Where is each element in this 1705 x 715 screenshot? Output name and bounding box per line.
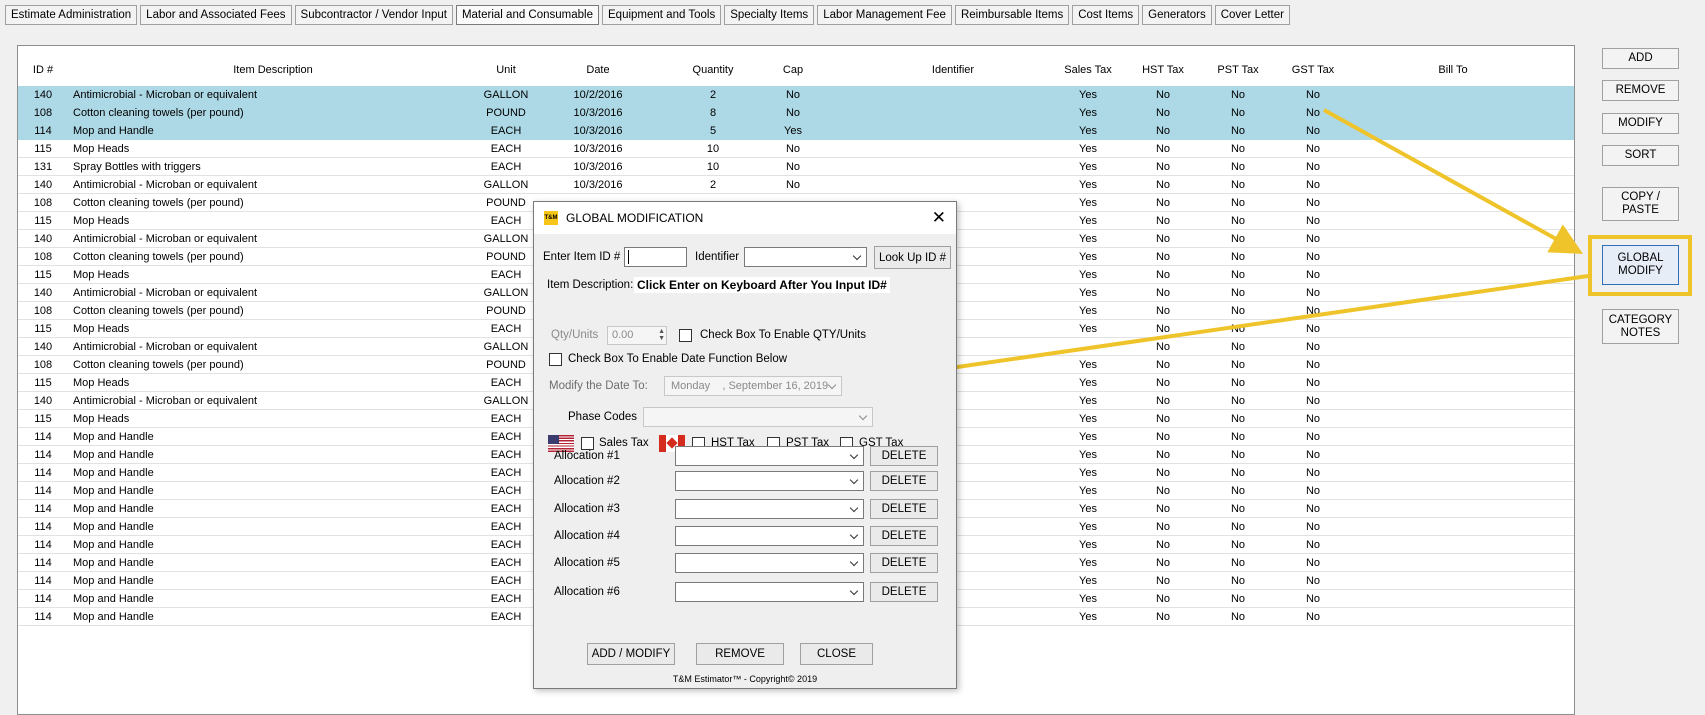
modify-date-picker[interactable]: Monday , September 16, 2019 <box>664 376 842 396</box>
allocation-select[interactable] <box>675 582 864 602</box>
allocation-label: Allocation #5 <box>554 557 620 569</box>
identifier-select[interactable] <box>744 247 867 267</box>
lookup-id-button[interactable]: Look Up ID # <box>874 246 951 269</box>
allocation-label: Allocation #6 <box>554 586 620 598</box>
allocation-label: Allocation #1 <box>554 450 620 462</box>
allocation-delete-button[interactable]: DELETE <box>870 582 938 602</box>
dialog-titlebar: T&M GLOBAL MODIFICATION ✕ <box>534 202 956 234</box>
sales-tax-label: Sales Tax <box>599 437 649 449</box>
allocation-select[interactable] <box>675 499 864 519</box>
global-modification-dialog: T&M GLOBAL MODIFICATION ✕ Enter Item ID … <box>533 201 957 689</box>
arrow-to-dialog <box>894 274 1589 388</box>
allocation-select[interactable] <box>675 446 864 466</box>
arrow-to-global-modify <box>1323 108 1583 254</box>
item-id-label: Enter Item ID # <box>543 251 621 263</box>
stepper-arrows-icon[interactable]: ▲ ▼ <box>658 328 665 342</box>
allocation-select[interactable] <box>675 526 864 546</box>
allocation-delete-button[interactable]: DELETE <box>870 526 938 546</box>
qty-units-value: 0.00 <box>612 329 634 341</box>
allocation-delete-button[interactable]: DELETE <box>870 446 938 466</box>
allocation-select[interactable] <box>675 471 864 491</box>
identifier-label: Identifier <box>695 251 740 263</box>
date-enable-checkbox[interactable] <box>549 353 562 366</box>
allocation-label: Allocation #3 <box>554 503 620 515</box>
allocation-delete-button[interactable]: DELETE <box>870 499 938 519</box>
phase-codes-select[interactable] <box>643 407 873 427</box>
allocation-label: Allocation #2 <box>554 475 620 487</box>
sales-tax-checkbox[interactable] <box>581 437 594 450</box>
dialog-remove-button[interactable]: REMOVE <box>696 643 784 665</box>
dialog-close-button[interactable]: CLOSE <box>800 643 873 665</box>
allocation-delete-button[interactable]: DELETE <box>870 553 938 573</box>
qty-enable-label: Check Box To Enable QTY/Units <box>700 329 866 341</box>
qty-units-stepper[interactable]: 0.00 ▲ ▼ <box>607 326 667 345</box>
qty-units-label: Qty/Units <box>551 329 599 341</box>
date-enable-label: Check Box To Enable Date Function Below <box>568 353 788 365</box>
close-icon[interactable]: ✕ <box>932 209 946 226</box>
add-modify-button[interactable]: ADD / MODIFY <box>587 643 675 665</box>
item-description-hint: Click Enter on Keyboard After You Input … <box>634 277 890 293</box>
allocation-label: Allocation #4 <box>554 530 620 542</box>
allocation-select[interactable] <box>675 553 864 573</box>
item-description-label: Item Description: <box>547 279 634 291</box>
allocation-delete-button[interactable]: DELETE <box>870 471 938 491</box>
dialog-footer: T&M Estimator™ - Copyright© 2019 <box>672 674 818 684</box>
app-logo-icon: T&M <box>544 211 558 225</box>
modify-date-label: Modify the Date To: <box>549 380 648 392</box>
dialog-title: GLOBAL MODIFICATION <box>566 211 704 225</box>
qty-enable-checkbox[interactable] <box>679 329 692 342</box>
phase-codes-label: Phase Codes <box>568 411 638 423</box>
modify-date-value: Monday , September 16, 2019 <box>671 380 829 392</box>
item-id-input[interactable] <box>624 247 687 267</box>
